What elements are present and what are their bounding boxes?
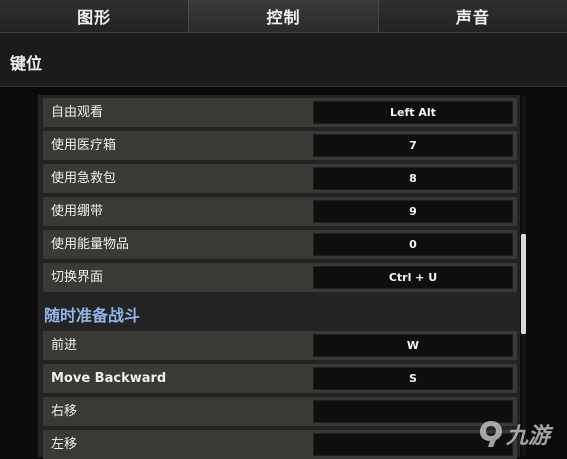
jiuyou-logo-icon <box>480 421 502 447</box>
keybind-label: 切换界面 <box>51 270 104 285</box>
keybind-row-forward[interactable]: 前进 W <box>43 331 517 360</box>
keybind-key-field[interactable]: 9 <box>313 200 513 223</box>
tab-graphics[interactable]: 图形 <box>0 0 190 33</box>
keybind-key-field[interactable]: W <box>313 334 513 357</box>
keybind-panel: 自由观看 Left Alt 使用医疗箱 7 使用急救包 8 使用绷带 9 使用能… <box>38 95 520 459</box>
keybind-label: Move Backward <box>51 371 167 386</box>
watermark: 九游 <box>478 418 550 450</box>
tab-controls[interactable]: 控制 <box>189 0 379 33</box>
keybind-key-field[interactable]: Left Alt <box>313 101 513 124</box>
keybind-row-toggle-ui[interactable]: 切换界面 Ctrl + U <box>43 263 517 292</box>
keybind-row-energy-item[interactable]: 使用能量物品 0 <box>43 230 517 259</box>
watermark-text: 九游 <box>506 424 551 449</box>
keybind-label: 右移 <box>51 404 78 419</box>
keybind-row-move-right[interactable]: 右移 <box>43 397 517 426</box>
keybind-label: 前进 <box>51 338 78 353</box>
keybind-key-field[interactable]: 7 <box>313 134 513 157</box>
keybind-key-field[interactable]: S <box>313 367 513 390</box>
keybind-row-free-look[interactable]: 自由观看 Left Alt <box>43 98 517 127</box>
keybind-label: 使用能量物品 <box>51 237 130 252</box>
tab-sound[interactable]: 声音 <box>378 0 567 33</box>
tab-bar: 图形 控制 声音 <box>0 0 567 33</box>
section-title: 键位 <box>10 54 43 73</box>
scrollbar-thumb[interactable] <box>521 234 526 334</box>
keybind-label: 左移 <box>51 437 78 452</box>
keybind-label: 自由观看 <box>51 105 104 120</box>
group-title-combat-ready: 随时准备战斗 <box>44 306 141 325</box>
section-header: 键位 <box>0 33 567 87</box>
keybind-row-move-backward[interactable]: Move Backward S <box>43 364 517 393</box>
keybind-label: 使用绷带 <box>51 204 104 219</box>
keybind-label: 使用医疗箱 <box>51 138 117 153</box>
keybind-row-first-aid[interactable]: 使用急救包 8 <box>43 164 517 193</box>
keybind-row-medkit[interactable]: 使用医疗箱 7 <box>43 131 517 160</box>
keybind-key-field[interactable]: 0 <box>313 233 513 256</box>
keybind-row-bandage[interactable]: 使用绷带 9 <box>43 197 517 226</box>
keybind-label: 使用急救包 <box>51 171 117 186</box>
keybind-row-move-left[interactable]: 左移 <box>43 430 517 459</box>
keybind-key-field[interactable]: 8 <box>313 167 513 190</box>
keybind-key-field[interactable]: Ctrl + U <box>313 266 513 289</box>
